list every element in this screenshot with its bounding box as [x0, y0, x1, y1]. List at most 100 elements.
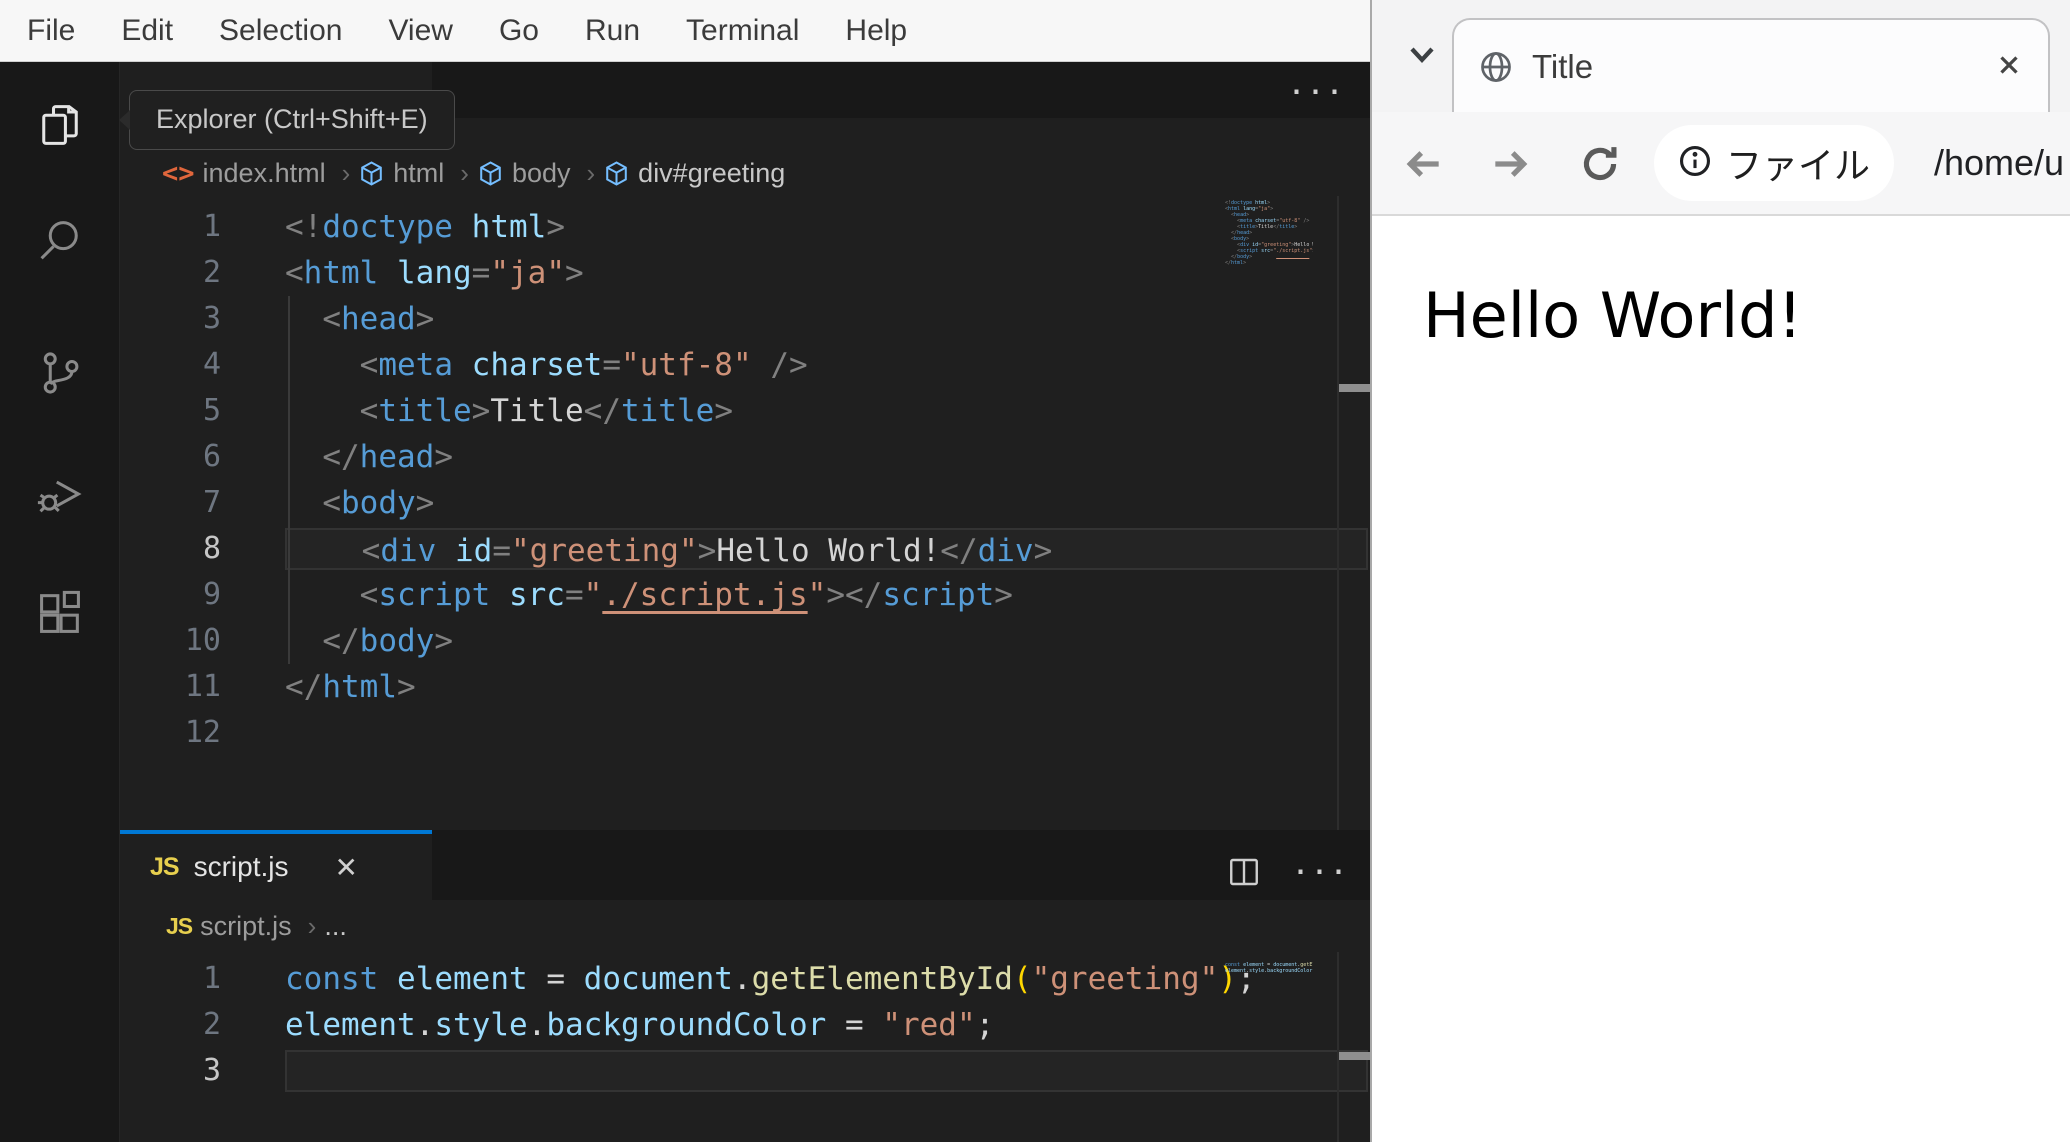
- line-content: [285, 712, 1368, 754]
- info-icon: [1678, 144, 1712, 183]
- breadcrumb-item[interactable]: div#greeting: [603, 158, 785, 189]
- line-content: </head>: [322, 439, 453, 475]
- close-icon[interactable]: ✕: [335, 851, 358, 884]
- address-url[interactable]: /home/u: [1934, 112, 2064, 214]
- forward-icon[interactable]: [1488, 142, 1532, 186]
- more-actions-icon[interactable]: ···: [1282, 846, 1362, 896]
- line-number: 1: [202, 961, 221, 996]
- line-content: <!doctype html>: [285, 209, 565, 245]
- menu-item-edit[interactable]: Edit: [98, 14, 196, 48]
- line-number: 1: [202, 209, 221, 244]
- code-line[interactable]: 12: [120, 710, 1372, 756]
- browser-tab-bar: Title: [1372, 0, 2070, 114]
- breadcrumb-separator: ›: [341, 157, 351, 188]
- file-scheme-chip[interactable]: ファイル: [1654, 125, 1895, 201]
- breadcrumb-item[interactable]: body: [477, 158, 571, 189]
- code-line[interactable]: 3 <head>: [120, 296, 1372, 342]
- line-number: 11: [184, 669, 221, 704]
- tab-script-js[interactable]: JS script.js ✕: [120, 830, 432, 900]
- breadcrumb-item[interactable]: JS script.js: [166, 911, 292, 942]
- code-line[interactable]: 7 <body>: [120, 480, 1372, 526]
- breadcrumb-label: index.html: [202, 157, 326, 188]
- code-line[interactable]: 10 </body>: [120, 618, 1372, 664]
- browser-tab[interactable]: Title: [1452, 18, 2050, 114]
- code-line[interactable]: 4 <meta charset="utf-8" />: [120, 342, 1372, 388]
- editor-script-js[interactable]: 1 const element = document.getElementById…: [120, 952, 1372, 1142]
- menu-item-go[interactable]: Go: [476, 14, 562, 48]
- line-content: const element = document.getElementById(…: [285, 961, 1256, 997]
- split-editor-icon[interactable]: [1226, 854, 1266, 894]
- close-icon[interactable]: [1994, 50, 2024, 85]
- line-content: <meta charset="utf-8" />: [359, 347, 808, 383]
- scrollbar[interactable]: [1337, 196, 1339, 830]
- breadcrumb-item[interactable]: ...: [324, 911, 347, 942]
- explorer-icon[interactable]: [34, 99, 86, 151]
- indent-guide: [288, 296, 290, 664]
- code-line[interactable]: 3: [120, 1048, 1372, 1094]
- menu-item-terminal[interactable]: Terminal: [663, 14, 822, 48]
- line-number: 3: [202, 1053, 221, 1088]
- minimap[interactable]: <!doctype html> <html lang="ja"> <head> <…: [1225, 200, 1313, 266]
- editor-index-html[interactable]: 1 <!doctype html> 2 <html lang="ja"> 3 <head…: [120, 196, 1372, 830]
- code-line[interactable]: 11 </html>: [120, 664, 1372, 710]
- code-line[interactable]: 6 </head>: [120, 434, 1372, 480]
- code-line[interactable]: 2 <html lang="ja">: [120, 250, 1372, 296]
- globe-icon: [1478, 49, 1514, 85]
- reload-icon[interactable]: [1578, 142, 1622, 186]
- line-content: <title>Title</title>: [359, 393, 733, 429]
- line-content: </body>: [322, 623, 453, 659]
- breadcrumb: <> index.html › html › body › div#greeting: [120, 150, 1372, 196]
- line-number: 12: [184, 715, 221, 750]
- chip-label: ファイル: [1726, 145, 1871, 186]
- line-number: 10: [184, 623, 221, 658]
- code-line[interactable]: 1 const element = document.getElementById…: [120, 956, 1372, 1002]
- browser-window: Title ファイル /home/u Hello World!: [1370, 0, 2070, 1142]
- line-number: 2: [202, 255, 221, 290]
- menu-item-selection[interactable]: Selection: [196, 14, 365, 48]
- more-actions-icon[interactable]: ···: [1278, 64, 1358, 120]
- line-number: 3: [202, 301, 221, 336]
- line-content: <div id="greeting">Hello World!</div>: [285, 528, 1368, 570]
- chevron-down-icon[interactable]: [1402, 34, 1446, 78]
- overview-ruler-cursor-marker: [1339, 384, 1370, 392]
- line-content: </html>: [285, 669, 416, 705]
- line-content: <script src="./script.js"></script>: [359, 577, 1013, 613]
- code-line[interactable]: 1 <!doctype html>: [120, 204, 1372, 250]
- line-number: 2: [202, 1007, 221, 1042]
- menubar: File Edit Selection View Go Run Terminal Help: [0, 0, 1372, 62]
- source-control-icon[interactable]: [34, 347, 86, 399]
- search-icon[interactable]: [34, 215, 86, 267]
- breadcrumb-label: script.js: [200, 910, 292, 941]
- run-debug-icon[interactable]: [34, 468, 86, 520]
- breadcrumb-label: html: [393, 157, 445, 188]
- menu-item-view[interactable]: View: [365, 14, 475, 48]
- tab-strip-js: JS script.js ✕ ···: [120, 830, 1372, 900]
- breadcrumb-item[interactable]: html: [358, 158, 444, 189]
- symbol-cube-icon: [603, 160, 630, 187]
- minimap[interactable]: const element = document.getElementById(…: [1225, 962, 1313, 974]
- explorer-tooltip: Explorer (Ctrl+Shift+E): [119, 90, 455, 150]
- breadcrumb-separator: ›: [586, 157, 596, 188]
- code-tag-icon: <>: [162, 157, 195, 189]
- symbol-cube-icon: [358, 160, 385, 187]
- menu-item-run[interactable]: Run: [562, 14, 663, 48]
- line-content: element.style.backgroundColor = "red";: [285, 1007, 995, 1043]
- greeting-div: Hello World!: [1409, 260, 2070, 376]
- line-content: <head>: [322, 301, 435, 337]
- code-line[interactable]: 9 <script src="./script.js"></script>: [120, 572, 1372, 618]
- line-number: 5: [202, 393, 221, 428]
- browser-content: Hello World!: [1372, 216, 2070, 1142]
- code-line[interactable]: 8 <div id="greeting">Hello World!</div>: [120, 526, 1372, 572]
- tab-label: script.js: [193, 851, 289, 882]
- menu-item-help[interactable]: Help: [822, 14, 930, 48]
- menu-item-file[interactable]: File: [4, 14, 98, 48]
- code-line[interactable]: 2 element.style.backgroundColor = "red";: [120, 1002, 1372, 1048]
- tab-title: Title: [1532, 48, 1594, 85]
- js-file-icon: JS: [150, 852, 180, 881]
- scrollbar[interactable]: [1337, 952, 1339, 1142]
- back-icon[interactable]: [1402, 142, 1446, 186]
- code-line[interactable]: 5 <title>Title</title>: [120, 388, 1372, 434]
- greeting-text: Hello World!: [1423, 279, 1803, 352]
- breadcrumb-item[interactable]: <> index.html: [162, 158, 326, 189]
- extensions-icon[interactable]: [34, 587, 86, 639]
